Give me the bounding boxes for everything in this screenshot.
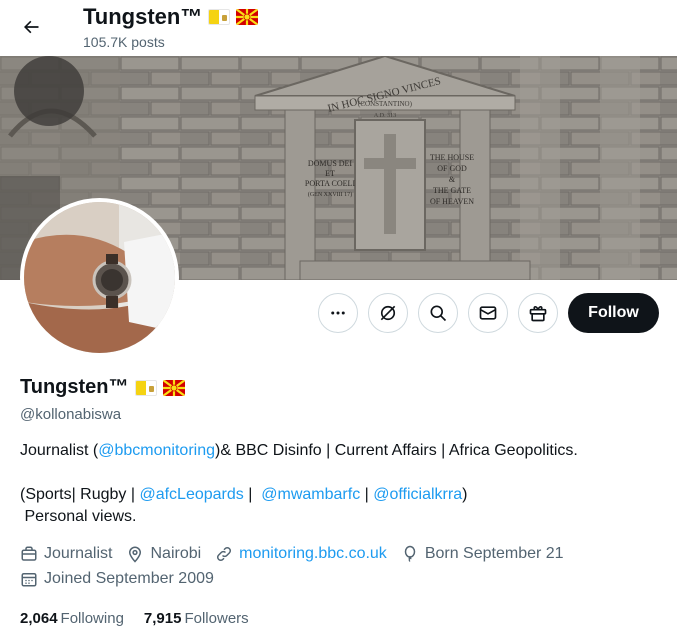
vatican-flag-icon	[208, 9, 231, 25]
profile-actions: Follow	[318, 293, 659, 333]
followers-label: Followers	[184, 610, 249, 627]
bio-line-3: (Sports| Rugby | @afcLeopards | @mwambar…	[20, 484, 660, 506]
grok-icon	[380, 305, 396, 321]
bio-line-4: Personal views.	[20, 508, 137, 525]
balloon-icon	[404, 545, 416, 562]
search-icon	[430, 305, 447, 322]
more-button[interactable]	[318, 293, 358, 333]
profile-meta-row: Journalist Nairobi monitoring.bbc.co.uk …	[20, 545, 578, 563]
birthday-label: Born September 21	[424, 545, 564, 562]
followers-count: 7,915	[143, 610, 182, 627]
bio-line-1: Journalist (@bbcmonitoring)& BBC Disinfo…	[20, 440, 660, 462]
following-label: Following	[60, 610, 124, 627]
message-icon	[479, 306, 497, 320]
north-macedonia-flag-icon	[162, 379, 185, 396]
calendar-icon	[21, 573, 37, 587]
gift-button[interactable]	[518, 293, 558, 333]
message-button[interactable]	[468, 293, 508, 333]
mention-link-bbcmonitoring[interactable]: @bbcmonitoring	[98, 442, 215, 459]
mention-link-mwambarfc[interactable]: @mwambarfc	[261, 486, 360, 503]
link-icon	[217, 546, 232, 562]
mention-link-afcleopards[interactable]: @afcLeopards	[139, 486, 243, 503]
more-icon	[331, 311, 345, 315]
right-plaque-line-2: OF GOD	[437, 164, 467, 173]
back-arrow-icon	[24, 20, 39, 34]
profile-bio: Journalist (@bbcmonitoring)& BBC Disinfo…	[20, 440, 660, 528]
banner-inscription-year: A.D. 313	[374, 113, 396, 119]
north-macedonia-flag-icon	[236, 9, 259, 25]
vatican-flag-icon	[134, 379, 157, 396]
location-pin-icon	[129, 546, 142, 563]
left-plaque-line-1: DOMUS DEI	[308, 159, 353, 168]
user-handle: @kollonabiswa	[20, 406, 122, 423]
right-plaque-line-5: OF HEAVEN	[430, 197, 474, 206]
right-plaque-line-1: THE HOUSE	[430, 153, 474, 162]
profile-header-bar: Tungsten™ 105.7K posts	[0, 0, 677, 56]
briefcase-icon	[21, 546, 37, 561]
banner-inscription-sub: (CONSTANTINO)	[358, 100, 413, 108]
bio-text: Journalist (	[20, 442, 99, 459]
post-count: 105.7K posts	[83, 34, 165, 50]
bio-text: )& BBC Disinfo | Current Affairs | Afric…	[215, 442, 578, 459]
gift-icon	[529, 306, 547, 322]
grok-button[interactable]	[368, 293, 408, 333]
birthday-item: Born September 21	[401, 545, 564, 563]
header-title-row: Tungsten™	[83, 4, 259, 30]
search-button[interactable]	[418, 293, 458, 333]
website-link[interactable]: monitoring.bbc.co.uk	[239, 545, 387, 563]
follow-stats: 2,064 Following 7,915 Followers	[20, 610, 249, 627]
bio-blank-line	[20, 462, 660, 484]
website-item: monitoring.bbc.co.uk	[215, 545, 387, 563]
profile-joined-row: Joined September 2009	[20, 570, 228, 588]
mention-link-officialkrra[interactable]: @officialkrra	[373, 486, 462, 503]
follow-button[interactable]: Follow	[568, 293, 659, 333]
bio-text: |	[360, 486, 374, 503]
joined-item: Joined September 2009	[20, 570, 214, 588]
following-count: 2,064	[20, 610, 58, 627]
left-plaque-line-4: (GEN XXVIII 17)	[308, 191, 352, 198]
bio-text: )	[462, 486, 468, 503]
followers-link[interactable]: 7,915 Followers	[144, 610, 249, 627]
left-plaque-line-3: PORTA COELI	[305, 179, 356, 188]
profile-avatar[interactable]	[20, 198, 179, 357]
profession-item: Journalist	[20, 545, 112, 563]
display-name: Tungsten™	[20, 376, 129, 398]
joined-label: Joined September 2009	[44, 570, 214, 587]
following-link[interactable]: 2,064 Following	[20, 610, 124, 627]
bio-text: (Sports| Rugby |	[20, 486, 140, 503]
right-plaque-line-3: &	[449, 175, 456, 184]
header-display-name: Tungsten™	[83, 4, 203, 29]
left-plaque-line-2: ET	[325, 169, 335, 178]
location-item: Nairobi	[126, 545, 201, 563]
profile-name-row: Tungsten™	[20, 376, 185, 399]
right-plaque-line-4: THE GATE	[433, 186, 471, 195]
back-button[interactable]	[12, 8, 50, 46]
location-label: Nairobi	[150, 545, 202, 562]
bio-text: |	[243, 486, 262, 503]
profession-label: Journalist	[44, 545, 113, 562]
